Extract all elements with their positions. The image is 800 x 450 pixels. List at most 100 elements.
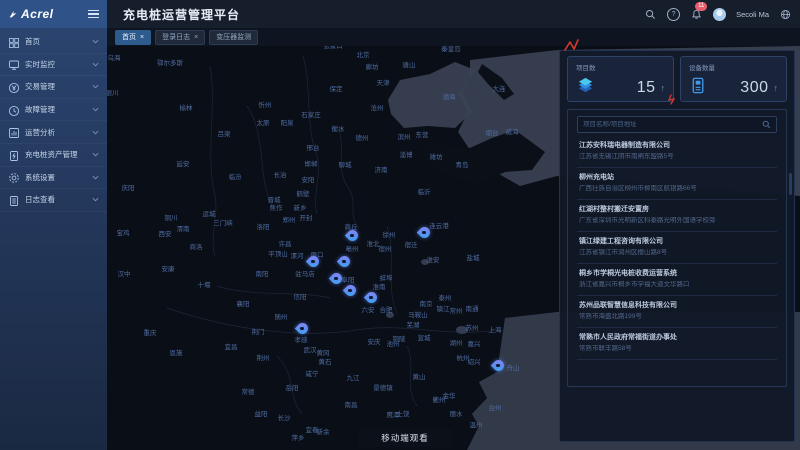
- project-name: 桐乡市学桐光电桩收费运营系统: [579, 269, 777, 278]
- project-search-list: 江苏安科瑞电器制造有限公司江苏省无锡江阴市南闸东盟路5号柳州充电站广西壮族自治区…: [567, 109, 787, 387]
- language-globe-icon[interactable]: [779, 8, 792, 21]
- project-address: 常熟市联丰路58号: [579, 345, 777, 353]
- log-icon: [8, 194, 20, 206]
- sidebar-item-故障管理[interactable]: 故障管理: [0, 99, 107, 122]
- project-list-item[interactable]: 常熟市人民政府常福街道办事处常熟市联丰路58号: [577, 328, 777, 360]
- project-list-item[interactable]: 柳州充电站广西壮族自治区柳州市柳南区航银路66号: [577, 168, 777, 200]
- logo-strip: Acrel: [0, 0, 107, 28]
- tab-label: 变压器监测: [216, 32, 251, 42]
- project-address: 江苏省镇江市润州区檀山路8号: [579, 249, 777, 257]
- project-list-item[interactable]: 红湖村整村搬迁安置房广东省深圳市光明新区科泰路光明外国语学校旁: [577, 200, 777, 232]
- tab-登录日志[interactable]: 登录日志 ×: [155, 30, 205, 45]
- stat-card-设备数量: 设备数量 300 ↑: [680, 56, 787, 102]
- chevron-down-icon: [92, 130, 99, 135]
- help-icon[interactable]: ?: [667, 8, 680, 21]
- top-header: 充电桩运营管理平台 ? 11 Secoli Ma: [107, 0, 800, 28]
- sidebar-menu: 首页实时监控交易管理故障管理运营分析充电桩资产管理系统设置日志查看: [0, 28, 107, 212]
- fault-icon: [8, 104, 20, 116]
- sidebar-item-运营分析[interactable]: 运营分析: [0, 121, 107, 144]
- mobile-view-button[interactable]: 移动端观看: [358, 429, 452, 447]
- notification-bell-icon[interactable]: 11: [690, 8, 703, 21]
- menu-toggle-icon[interactable]: [88, 10, 99, 19]
- sidebar-item-label: 故障管理: [25, 104, 55, 115]
- stat-label: 设备数量: [689, 62, 778, 72]
- tab-变压器监测[interactable]: 变压器监测: [209, 30, 258, 45]
- tab-label: 登录日志: [162, 32, 190, 42]
- notification-badge: 11: [695, 2, 707, 11]
- map-pin-icon[interactable]: [366, 292, 377, 307]
- chevron-down-icon: [92, 175, 99, 180]
- sidebar-item-日志查看[interactable]: 日志查看: [0, 189, 107, 212]
- sidebar-item-交易管理[interactable]: 交易管理: [0, 76, 107, 99]
- stat-label: 项目数: [576, 62, 665, 72]
- map-pin-icon[interactable]: [331, 273, 342, 288]
- settings-icon: [8, 171, 20, 183]
- home-icon: [8, 36, 20, 48]
- project-panel: 项目数15↑ 设备数量 300 ↑ 江苏安科瑞电器制造有限公司江苏省无锡江阴市南闸东盟…: [559, 50, 795, 442]
- project-address: 广西壮族自治区柳州市柳南区航银路66号: [579, 185, 777, 193]
- sidebar-item-充电桩资产管理[interactable]: 充电桩资产管理: [0, 144, 107, 167]
- map-pin-icon[interactable]: [347, 230, 358, 245]
- stat-card-项目数: 项目数15↑: [567, 56, 674, 102]
- tab-close-icon[interactable]: ×: [194, 34, 198, 41]
- mobile-view-label: 移动端观看: [381, 432, 429, 444]
- project-list-item[interactable]: 江苏安科瑞电器制造有限公司江苏省无锡江阴市南闸东盟路5号: [577, 136, 777, 168]
- project-name: 江苏安科瑞电器制造有限公司: [579, 141, 777, 150]
- project-name: 柳州充电站: [579, 173, 777, 182]
- search-icon[interactable]: [644, 8, 657, 21]
- tab-首页[interactable]: 首页×: [115, 30, 151, 45]
- project-search-box: [577, 116, 777, 133]
- map-pin-icon[interactable]: [345, 285, 356, 300]
- project-list-item[interactable]: 苏州品联智慧信息科技有限公司常熟市海盛北路199号: [577, 296, 777, 328]
- sidebar-item-label: 交易管理: [25, 81, 55, 92]
- chevron-down-icon: [92, 62, 99, 67]
- project-name: 红湖村整村搬迁安置房: [579, 205, 777, 214]
- chevron-down-icon: [92, 197, 99, 202]
- project-name: 镇江绿建工程咨询有限公司: [579, 237, 777, 246]
- page-title: 充电桩运营管理平台: [123, 6, 240, 23]
- tab-close-icon[interactable]: ×: [140, 34, 144, 41]
- monitor-icon: [8, 58, 20, 70]
- map-pin-icon[interactable]: [419, 227, 430, 242]
- charging-platform-app: { "brand": {"logo_text": "Acrel"}, "head…: [0, 0, 800, 450]
- project-address: 江苏省无锡江阴市南闸东盟路5号: [579, 153, 777, 161]
- sidebar-item-系统设置[interactable]: 系统设置: [0, 167, 107, 190]
- project-list-item[interactable]: 镇江绿建工程咨询有限公司江苏省镇江市润州区檀山路8号: [577, 232, 777, 264]
- project-address: 广东省深圳市光明新区科泰路光明外国语学校旁: [579, 217, 777, 225]
- sidebar-item-label: 日志查看: [25, 194, 55, 205]
- stat-value: 300: [740, 79, 768, 97]
- transaction-icon: [8, 81, 20, 93]
- chevron-down-icon: [92, 39, 99, 44]
- sidebar-item-实时监控[interactable]: 实时监控: [0, 54, 107, 77]
- brand-logo-icon: [8, 9, 18, 19]
- map-pin-icon[interactable]: [297, 323, 308, 338]
- project-list: 江苏安科瑞电器制造有限公司江苏省无锡江阴市南闸东盟路5号柳州充电站广西壮族自治区…: [568, 136, 786, 360]
- search-icon[interactable]: [762, 120, 771, 129]
- chevron-down-icon: [92, 152, 99, 157]
- project-name: 苏州品联智慧信息科技有限公司: [579, 301, 777, 310]
- chevron-down-icon: [92, 107, 99, 112]
- project-name: 常熟市人民政府常福街道办事处: [579, 333, 777, 342]
- user-avatar[interactable]: [713, 8, 726, 21]
- map-pin-icon[interactable]: [308, 256, 319, 271]
- sidebar-item-label: 系统设置: [25, 172, 55, 183]
- trend-up-icon: ↑: [774, 83, 779, 93]
- tab-bar: 首页× 登录日志 × 变压器监测: [107, 28, 800, 46]
- sidebar-item-首页[interactable]: 首页: [0, 31, 107, 54]
- sidebar-item-label: 首页: [25, 36, 40, 47]
- map-pin-icon[interactable]: [339, 256, 350, 271]
- sidebar-item-label: 实时监控: [25, 59, 55, 70]
- charger-icon: [689, 76, 708, 100]
- sidebar: Acrel 首页实时监控交易管理故障管理运营分析充电桩资产管理系统设置日志查看: [0, 0, 107, 450]
- project-search-input[interactable]: [583, 121, 762, 128]
- brand-logo-text: Acrel: [21, 7, 54, 21]
- project-address: 浙江省嘉兴市桐乡市学福大道文华路口: [579, 281, 777, 289]
- user-name: Secoli Ma: [736, 10, 769, 19]
- layers-icon: [576, 76, 595, 100]
- project-list-item[interactable]: 桐乡市学桐光电桩收费运营系统浙江省嘉兴市桐乡市学福大道文华路口: [577, 264, 777, 296]
- panel-scrollbar[interactable]: [789, 173, 792, 195]
- sidebar-item-label: 充电桩资产管理: [25, 149, 78, 160]
- sidebar-item-label: 运营分析: [25, 127, 55, 138]
- project-address: 常熟市海盛北路199号: [579, 313, 777, 321]
- map-pin-icon[interactable]: [493, 360, 504, 375]
